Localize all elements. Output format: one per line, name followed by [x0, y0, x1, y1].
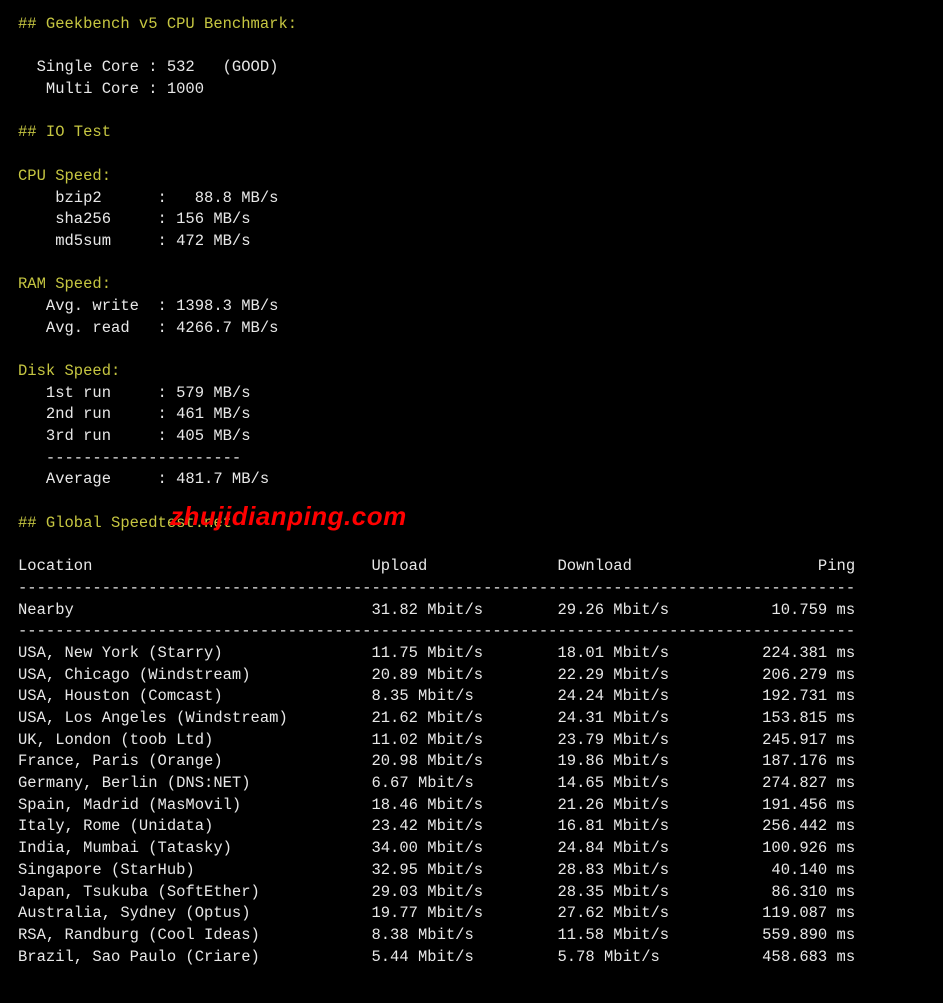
terminal-output: ## Geekbench v5 CPU Benchmark: Single Co… [0, 0, 943, 992]
